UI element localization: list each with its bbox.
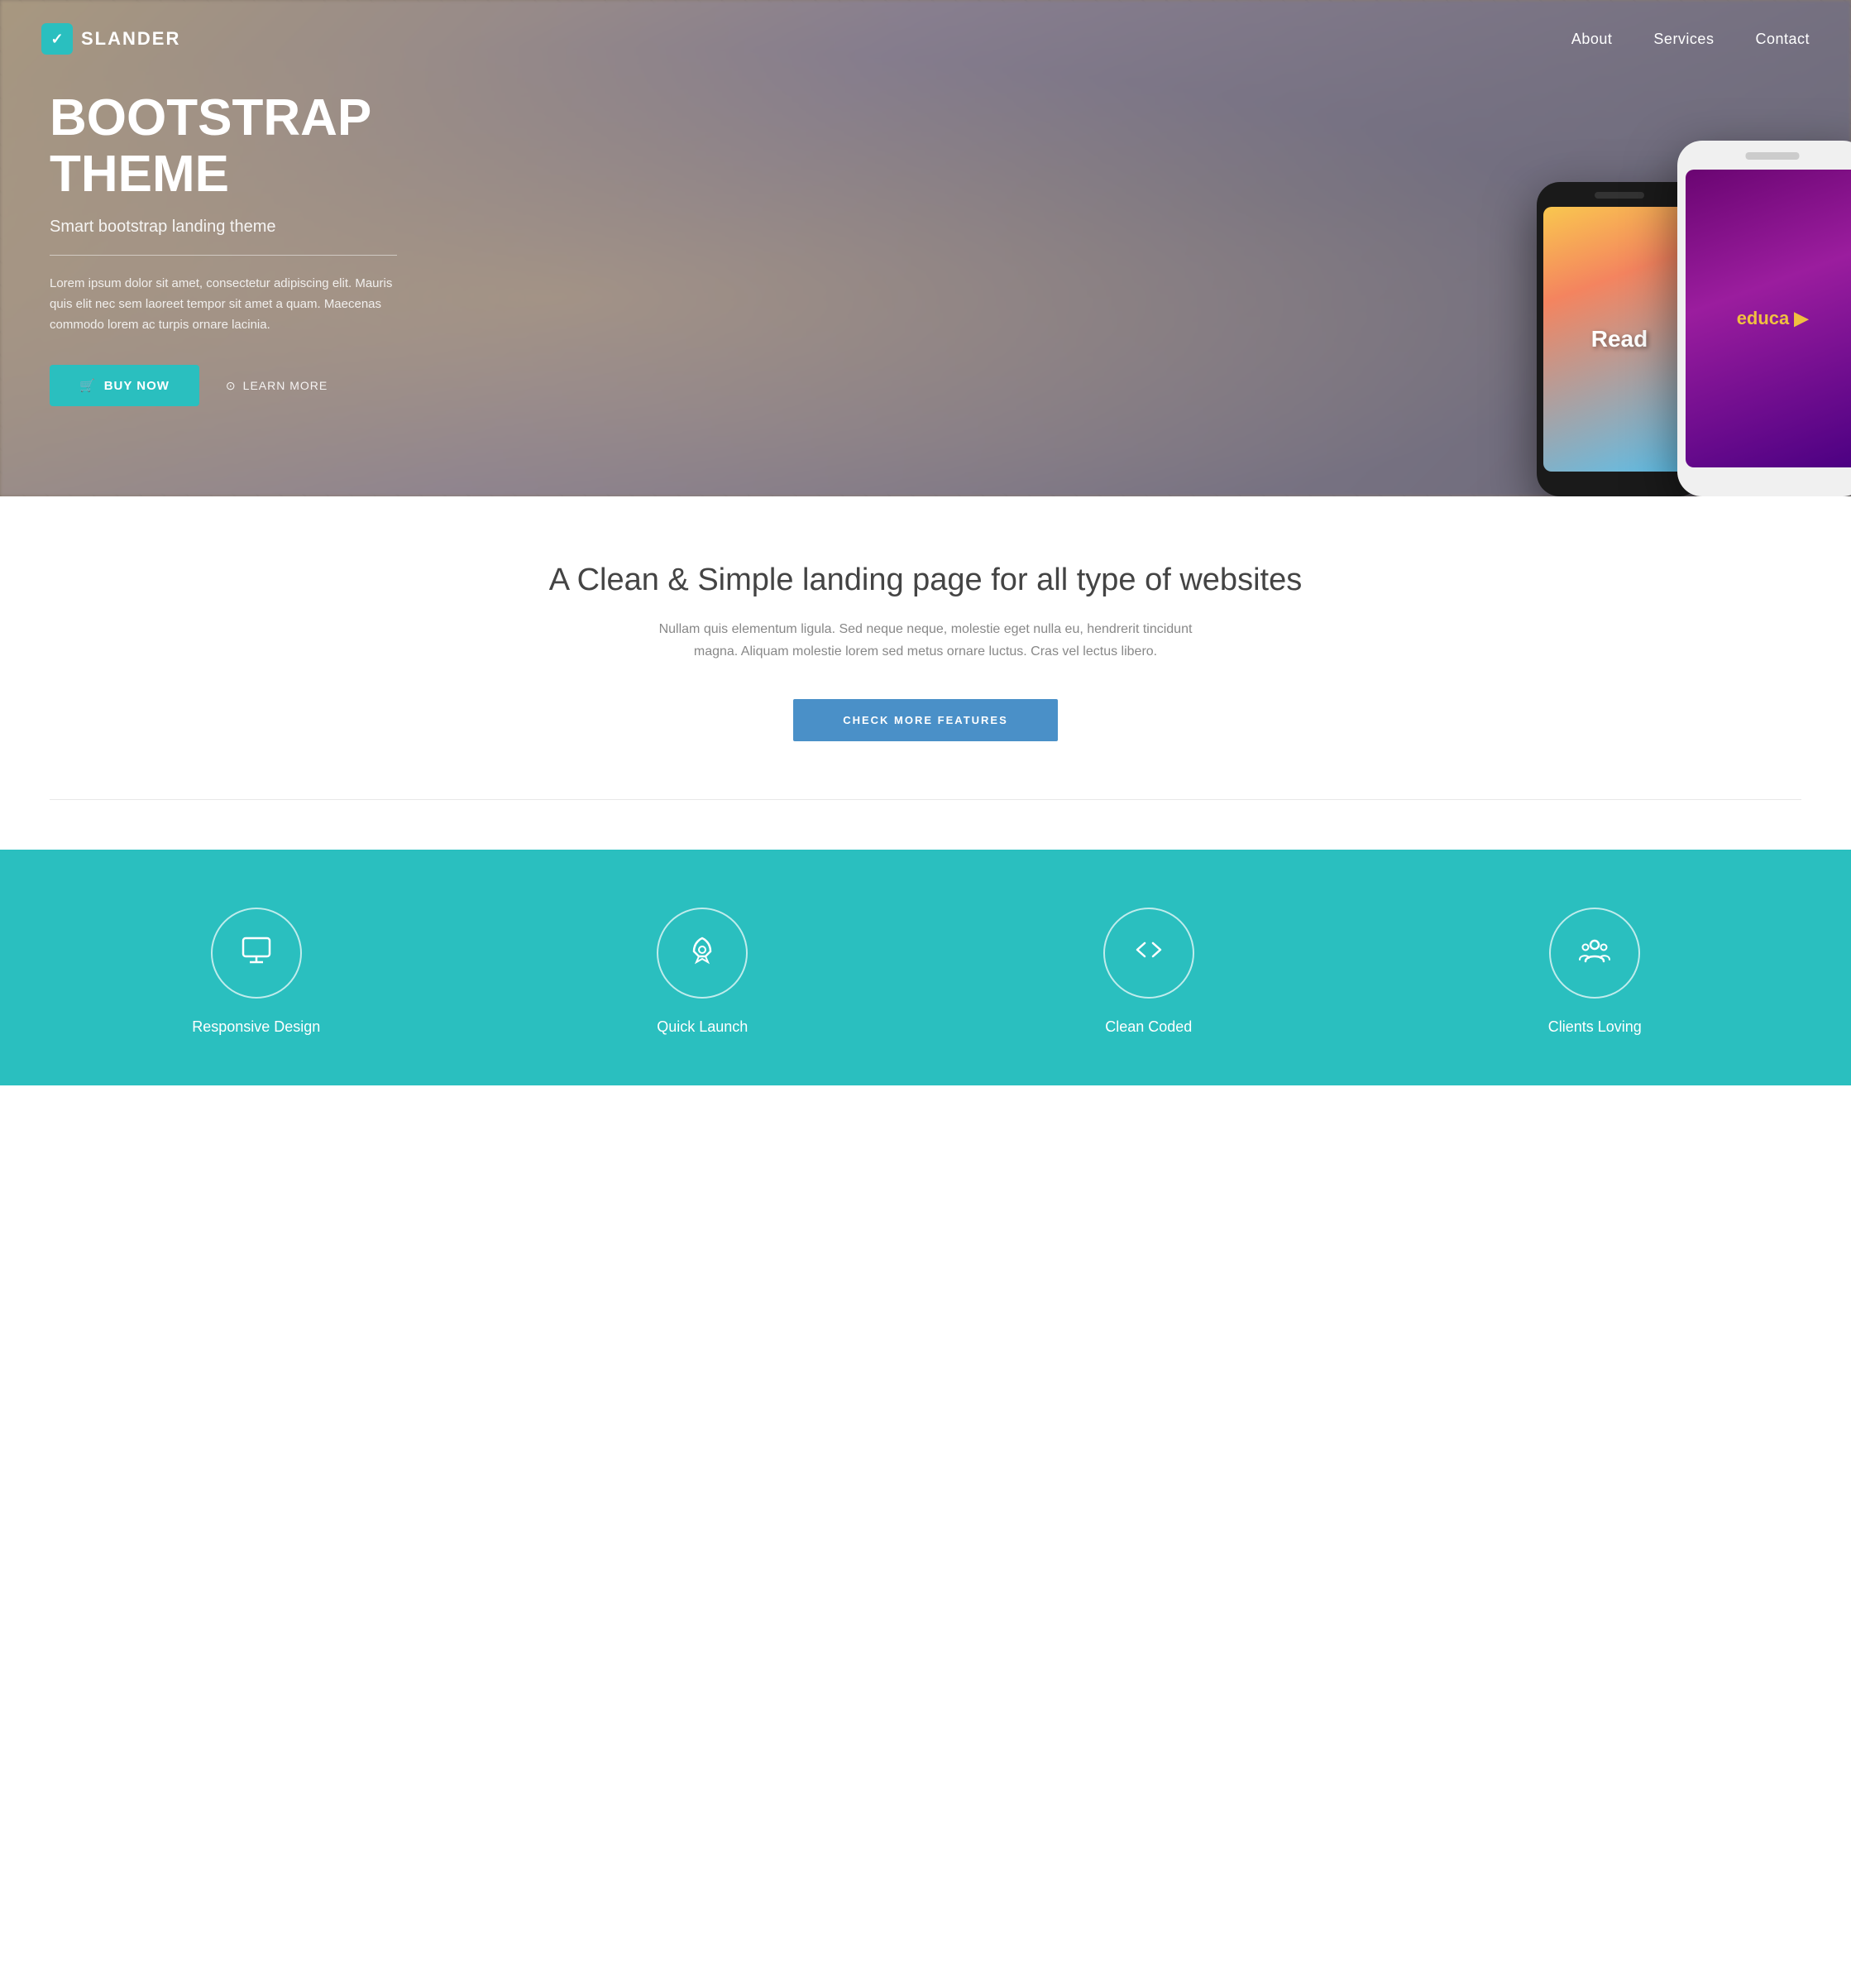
feature-circle-rocket — [657, 908, 748, 999]
feature-circle-users — [1549, 908, 1640, 999]
phone-white: educa ▶ — [1677, 141, 1851, 496]
feature-clients-loving: Clients Loving — [1372, 908, 1819, 1036]
phone-black-label: Read — [1591, 326, 1648, 352]
circle-icon: ⊙ — [226, 379, 237, 393]
learn-more-button[interactable]: ⊙ LEARN MORE — [226, 379, 328, 393]
hero-subtitle: Smart bootstrap landing theme — [50, 218, 397, 237]
phone-screen-black: Read — [1543, 207, 1696, 472]
feature-quick-launch: Quick Launch — [480, 908, 926, 1036]
feature-circle-monitor — [211, 908, 302, 999]
feature-label-clean: Clean Coded — [1105, 1018, 1192, 1036]
code-icon — [1132, 933, 1165, 974]
buy-now-label: BUY NOW — [104, 379, 170, 393]
logo-text: SLANDER — [81, 28, 180, 50]
nav-about[interactable]: About — [1571, 31, 1613, 47]
shopping-icon: 🛒 — [79, 378, 96, 393]
monitor-icon — [240, 933, 273, 974]
nav-services[interactable]: Services — [1653, 31, 1714, 47]
feature-clean-coded: Clean Coded — [926, 908, 1372, 1036]
phone-white-label: educa ▶ — [1737, 308, 1809, 329]
rocket-icon — [686, 933, 719, 974]
hero-content: BOOTSTRAP THEME Smart bootstrap landing … — [0, 90, 447, 407]
hero-body: Lorem ipsum dolor sit amet, consectetur … — [50, 274, 397, 335]
logo[interactable]: ✓ SLANDER — [41, 23, 180, 55]
hero-buttons: 🛒 BUY NOW ⊙ LEARN MORE — [50, 365, 397, 406]
navigation: ✓ SLANDER About Services Contact — [0, 0, 1851, 78]
hero-divider — [50, 255, 397, 256]
feature-circle-code — [1103, 908, 1194, 999]
feature-label-clients: Clients Loving — [1548, 1018, 1642, 1036]
feature-label-responsive: Responsive Design — [192, 1018, 320, 1036]
mid-body: Nullam quis elementum ligula. Sed neque … — [636, 618, 1215, 663]
buy-now-button[interactable]: 🛒 BUY NOW — [50, 365, 199, 406]
mid-section: A Clean & Simple landing page for all ty… — [0, 496, 1851, 850]
phone-screen-white: educa ▶ — [1686, 170, 1851, 467]
learn-more-label: LEARN MORE — [243, 379, 328, 392]
features-section: Responsive Design Quick Launch Clean Co — [0, 850, 1851, 1085]
feature-label-quick: Quick Launch — [657, 1018, 748, 1036]
nav-links: About Services Contact — [1571, 31, 1810, 48]
check-features-button[interactable]: CHECK MORE FEATURES — [793, 699, 1058, 741]
logo-icon: ✓ — [41, 23, 73, 55]
phone-notch-black — [1595, 192, 1644, 199]
phones-display: Read educa ▶ — [1537, 141, 1851, 496]
mid-title: A Clean & Simple landing page for all ty… — [50, 563, 1801, 598]
users-icon — [1578, 933, 1611, 974]
hero-title: BOOTSTRAP THEME — [50, 90, 397, 203]
mid-divider — [50, 799, 1801, 800]
phone-notch-white — [1746, 152, 1800, 160]
feature-responsive-design: Responsive Design — [33, 908, 480, 1036]
nav-contact[interactable]: Contact — [1755, 31, 1810, 47]
